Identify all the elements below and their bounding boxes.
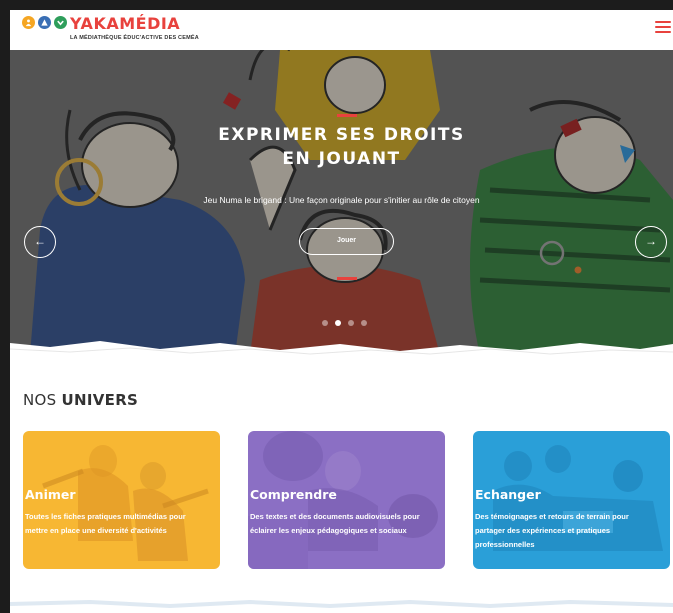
carousel-dot[interactable] bbox=[322, 320, 328, 326]
card-comprendre[interactable]: Comprendre Des textes et des documents a… bbox=[248, 431, 445, 569]
card-description: Des textes et des documents audiovisuels… bbox=[250, 512, 420, 535]
card-title: Echanger bbox=[475, 487, 541, 502]
chevron-icon bbox=[54, 16, 67, 29]
prev-arrow-icon[interactable]: ← bbox=[24, 226, 56, 258]
card-animer[interactable]: Animer Toutes les fiches pratiques multi… bbox=[23, 431, 220, 569]
section-title-prefix: NOS bbox=[23, 391, 57, 409]
brush-divider bbox=[10, 341, 673, 365]
card-description: Des témoignages et retours de terrain po… bbox=[475, 512, 629, 549]
hero-accent-bottom bbox=[337, 277, 357, 280]
person-icon bbox=[22, 16, 35, 29]
bottom-brush-divider bbox=[10, 599, 673, 609]
card-title: Comprendre bbox=[250, 487, 337, 502]
hero-subtitle: Jeu Numa le brigand : Une façon original… bbox=[203, 195, 480, 205]
carousel-dot[interactable] bbox=[348, 320, 354, 326]
site-header: YAKAMÉDIA LA MÉDIATHÈQUE ÉDUC'ACTIVE DES… bbox=[10, 10, 673, 50]
card-echanger[interactable]: Echanger Des témoignages et retours de t… bbox=[473, 431, 670, 569]
carousel-dot[interactable] bbox=[361, 320, 367, 326]
carousel-dot-active[interactable] bbox=[335, 320, 341, 326]
next-arrow-icon[interactable]: → bbox=[635, 226, 667, 258]
section-title-bold: UNIVERS bbox=[61, 391, 139, 409]
hamburger-icon[interactable] bbox=[655, 21, 671, 35]
logo[interactable] bbox=[22, 16, 70, 29]
play-button[interactable]: Jouer bbox=[299, 228, 394, 255]
brand-tagline: LA MÉDIATHÈQUE ÉDUC'ACTIVE DES CEMÉA bbox=[70, 35, 199, 41]
brand-name[interactable]: YAKAMÉDIA bbox=[70, 14, 180, 33]
hero-accent-top bbox=[337, 114, 357, 117]
hero-carousel: EXPRIMER SES DROITS EN JOUANT Jeu Numa l… bbox=[10, 50, 673, 355]
card-title: Animer bbox=[25, 487, 76, 502]
page: YAKAMÉDIA LA MÉDIATHÈQUE ÉDUC'ACTIVE DES… bbox=[10, 10, 673, 613]
triangle-icon bbox=[38, 16, 51, 29]
section-title: NOS UNIVERS bbox=[23, 391, 138, 409]
hero-title: EXPRIMER SES DROITS EN JOUANT bbox=[218, 125, 465, 169]
carousel-dots bbox=[322, 320, 374, 326]
card-description: Toutes les fiches pratiques multimédias … bbox=[25, 512, 186, 535]
